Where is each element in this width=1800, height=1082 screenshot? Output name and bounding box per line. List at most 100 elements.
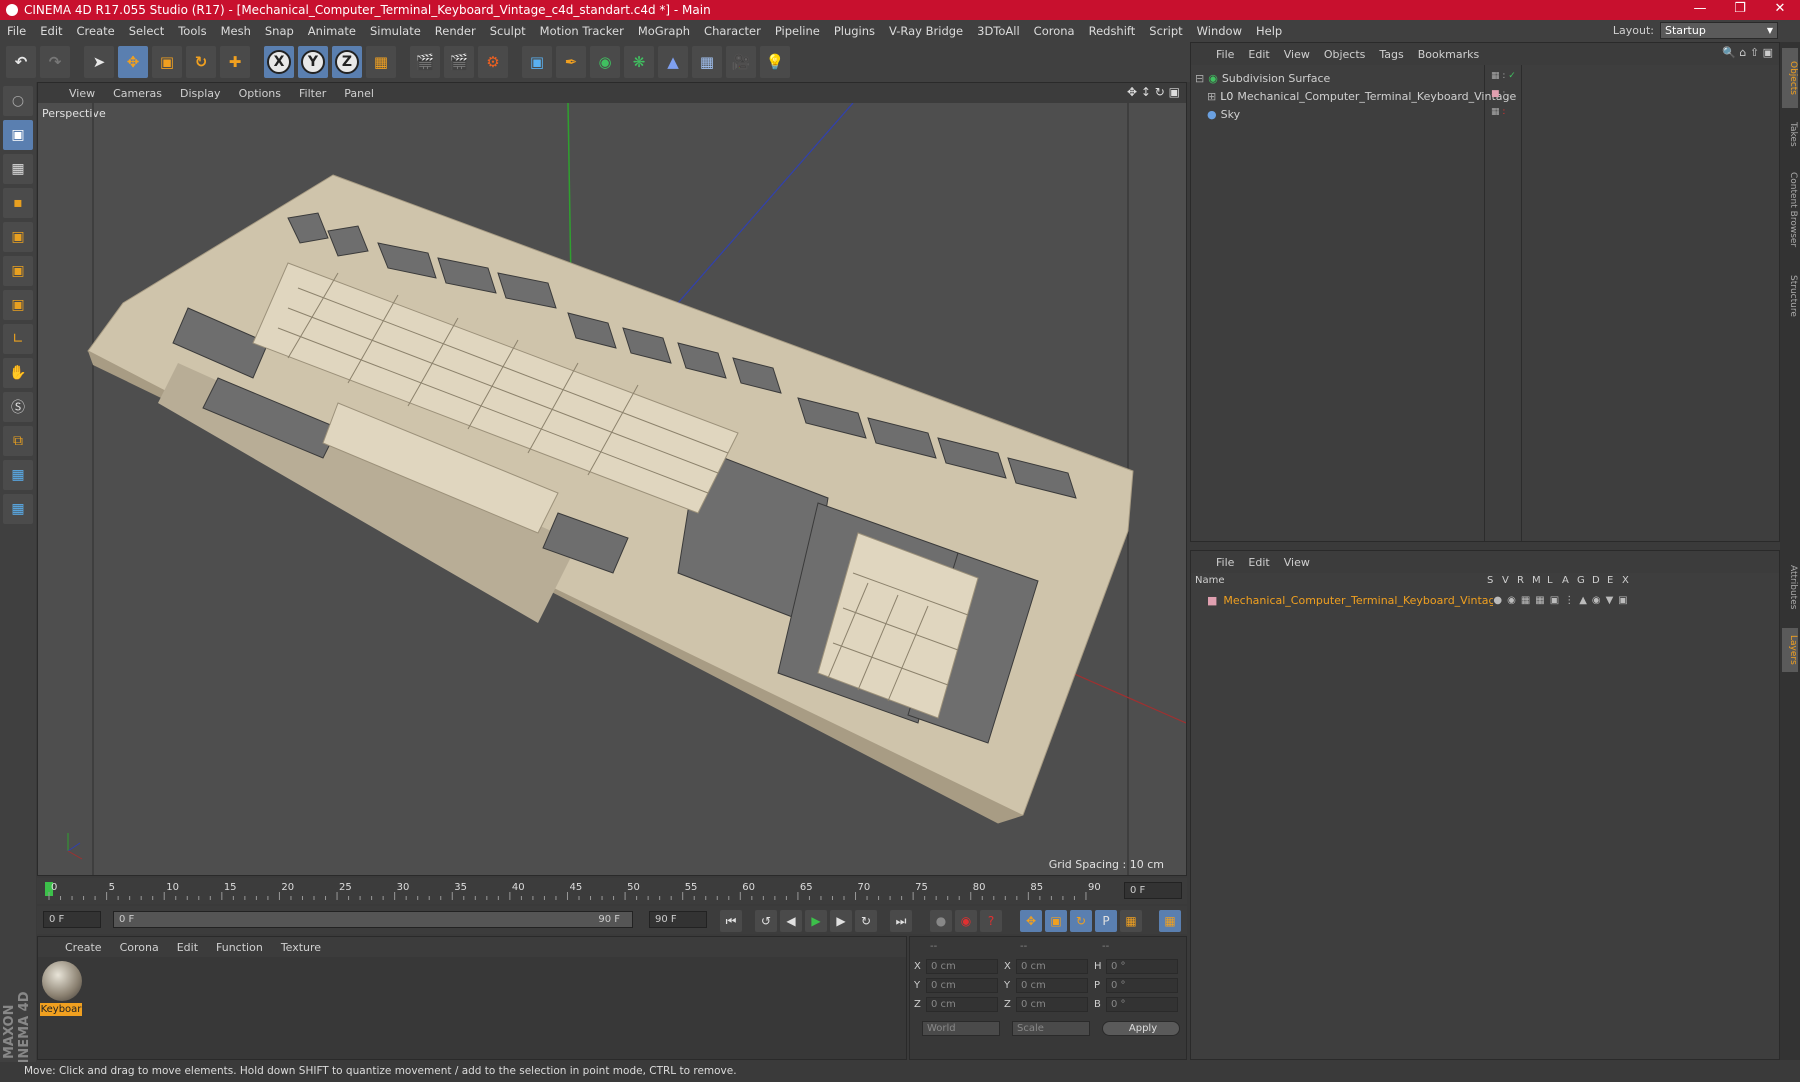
close-button[interactable]: ✕	[1760, 0, 1800, 20]
viewport-menu-filter[interactable]: Filter	[290, 87, 335, 100]
material-name[interactable]: Keyboar	[40, 1003, 82, 1016]
object-row-subdivision-surface[interactable]: ⊟ ◉ Subdivision Surface	[1195, 69, 1675, 87]
object-menu-tags[interactable]: Tags	[1372, 48, 1410, 61]
material-menu-corona[interactable]: Corona	[111, 941, 168, 954]
prev-key-icon[interactable]: ↺	[755, 910, 777, 932]
menu-3dtoall[interactable]: 3DToAll	[970, 24, 1027, 38]
viewport-menu-panel[interactable]: Panel	[335, 87, 383, 100]
position-z-field[interactable]: 0 cm	[926, 997, 998, 1012]
position-y-field[interactable]: 0 cm	[926, 978, 998, 993]
object-menu-bookmarks[interactable]: Bookmarks	[1411, 48, 1486, 61]
key-pla-icon[interactable]: ▦	[1120, 910, 1142, 932]
menu-simulate[interactable]: Simulate	[363, 24, 428, 38]
key-position-icon[interactable]: ✥	[1020, 910, 1042, 932]
layer-toggle-icons[interactable]: ●◉▦▦▣⋮▲◉▼▣	[1493, 595, 1632, 606]
rotation-p-field[interactable]: 0 °	[1106, 978, 1178, 993]
tree-expand-icon[interactable]: ⊞	[1207, 90, 1216, 103]
x-axis-lock-button[interactable]: X	[264, 46, 294, 78]
object-menu-file[interactable]: File	[1209, 48, 1241, 61]
viewport-menu-display[interactable]: Display	[171, 87, 230, 100]
rotate-tool-button[interactable]: ↻	[186, 46, 216, 78]
render-picture-viewer-button[interactable]: 🎬	[444, 46, 474, 78]
object-menu-objects[interactable]: Objects	[1317, 48, 1373, 61]
cube-primitive-button[interactable]: ▣	[522, 46, 552, 78]
layer-menu-edit[interactable]: Edit	[1241, 556, 1276, 569]
size-x-field[interactable]: 0 cm	[1016, 959, 1088, 974]
undo-button[interactable]: ↶	[6, 46, 36, 78]
deformer-button[interactable]: ▲	[658, 46, 688, 78]
menu-snap[interactable]: Snap	[258, 24, 301, 38]
timeline-window-icon[interactable]: ▦	[1159, 910, 1181, 932]
material-menu-edit[interactable]: Edit	[168, 941, 207, 954]
object-menu-edit[interactable]: Edit	[1241, 48, 1276, 61]
menu-file[interactable]: File	[0, 24, 33, 38]
mograph-cloner-button[interactable]: ❋	[624, 46, 654, 78]
world-dropdown[interactable]: World	[922, 1021, 1000, 1036]
tab-objects[interactable]: Objects	[1782, 48, 1798, 108]
tab-structure[interactable]: Structure	[1782, 266, 1798, 326]
layer-row[interactable]: ■ Mechanical_Computer_Terminal_Keyboard_…	[1195, 591, 1775, 609]
viewport-nav-icons[interactable]: ✥ ↕ ↻ ▣	[1127, 85, 1180, 99]
material-menu-texture[interactable]: Texture	[272, 941, 330, 954]
move-tool-button[interactable]: ✥	[118, 46, 148, 78]
z-axis-lock-button[interactable]: Z	[332, 46, 362, 78]
workplane-mode-button[interactable]: ▪	[3, 188, 33, 218]
start-frame-field[interactable]: 0 F	[43, 911, 101, 928]
layer-menu-view[interactable]: View	[1277, 556, 1317, 569]
menu-character[interactable]: Character	[697, 24, 768, 38]
material-menu-create[interactable]: Create	[56, 941, 111, 954]
menu-select[interactable]: Select	[122, 24, 171, 38]
make-editable-button[interactable]: ○	[3, 86, 33, 116]
menu-script[interactable]: Script	[1142, 24, 1189, 38]
workplane-lock-button[interactable]: ▦	[3, 460, 33, 490]
y-axis-lock-button[interactable]: Y	[298, 46, 328, 78]
model-mode-button[interactable]: ▣	[3, 120, 33, 150]
play-icon[interactable]: ▶	[805, 910, 827, 932]
material-tag-icon[interactable]: ■ :	[1491, 89, 1505, 99]
menu-animate[interactable]: Animate	[301, 24, 363, 38]
floor-button[interactable]: ▦	[692, 46, 722, 78]
end-frame-field[interactable]: 90 F	[649, 911, 707, 928]
size-z-field[interactable]: 0 cm	[1016, 997, 1088, 1012]
subdivision-button[interactable]: ◉	[590, 46, 620, 78]
autokey-icon[interactable]: ◉	[955, 910, 977, 932]
material-swatch[interactable]	[42, 961, 82, 1001]
object-menu-view[interactable]: View	[1277, 48, 1317, 61]
menu-sculpt[interactable]: Sculpt	[483, 24, 533, 38]
next-key-icon[interactable]: ↻	[855, 910, 877, 932]
tag-icons[interactable]: ▦ : ✓	[1491, 71, 1516, 81]
tab-attributes[interactable]: Attributes	[1782, 552, 1798, 622]
menu-window[interactable]: Window	[1190, 24, 1249, 38]
current-frame-field[interactable]: 0 F	[1124, 882, 1182, 899]
render-view-button[interactable]: 🎬	[410, 46, 440, 78]
layer-menu-file[interactable]: File	[1209, 556, 1241, 569]
menu-edit[interactable]: Edit	[33, 24, 69, 38]
rotation-b-field[interactable]: 0 °	[1106, 997, 1178, 1012]
viewport-menu-cameras[interactable]: Cameras	[104, 87, 171, 100]
texture-mode-button[interactable]: ▦	[3, 154, 33, 184]
goto-end-icon[interactable]: ⏭	[890, 910, 912, 932]
coordinate-system-button[interactable]: ▦	[366, 46, 396, 78]
menu-redshift[interactable]: Redshift	[1082, 24, 1143, 38]
material-menu-function[interactable]: Function	[207, 941, 272, 954]
position-x-field[interactable]: 0 cm	[926, 959, 998, 974]
scale-dropdown[interactable]: Scale	[1012, 1021, 1090, 1036]
menu-mesh[interactable]: Mesh	[214, 24, 258, 38]
scale-tool-button[interactable]: ▣	[152, 46, 182, 78]
render-settings-button[interactable]: ⚙	[478, 46, 508, 78]
rotation-h-field[interactable]: 0 °	[1106, 959, 1178, 974]
object-row-sky[interactable]: ● Sky	[1195, 105, 1675, 123]
redo-button[interactable]: ↷	[40, 46, 70, 78]
object-manager-nav-icons[interactable]: 🔍 ⌂ ⇧ ▣	[1722, 46, 1773, 59]
keyframe-selection-icon[interactable]: ?	[980, 910, 1002, 932]
minimize-button[interactable]: —	[1680, 0, 1720, 20]
size-y-field[interactable]: 0 cm	[1016, 978, 1088, 993]
viewport-menu-options[interactable]: Options	[230, 87, 290, 100]
menu-vray-bridge[interactable]: V-Ray Bridge	[882, 24, 970, 38]
next-frame-icon[interactable]: ▶	[830, 910, 852, 932]
edges-mode-button[interactable]: ▣	[3, 256, 33, 286]
perspective-viewport[interactable]: View Cameras Display Options Filter Pane…	[37, 82, 1187, 876]
transform-tool-button[interactable]: ✚	[220, 46, 250, 78]
snap-button[interactable]: ⧉	[3, 426, 33, 456]
key-scale-icon[interactable]: ▣	[1045, 910, 1067, 932]
